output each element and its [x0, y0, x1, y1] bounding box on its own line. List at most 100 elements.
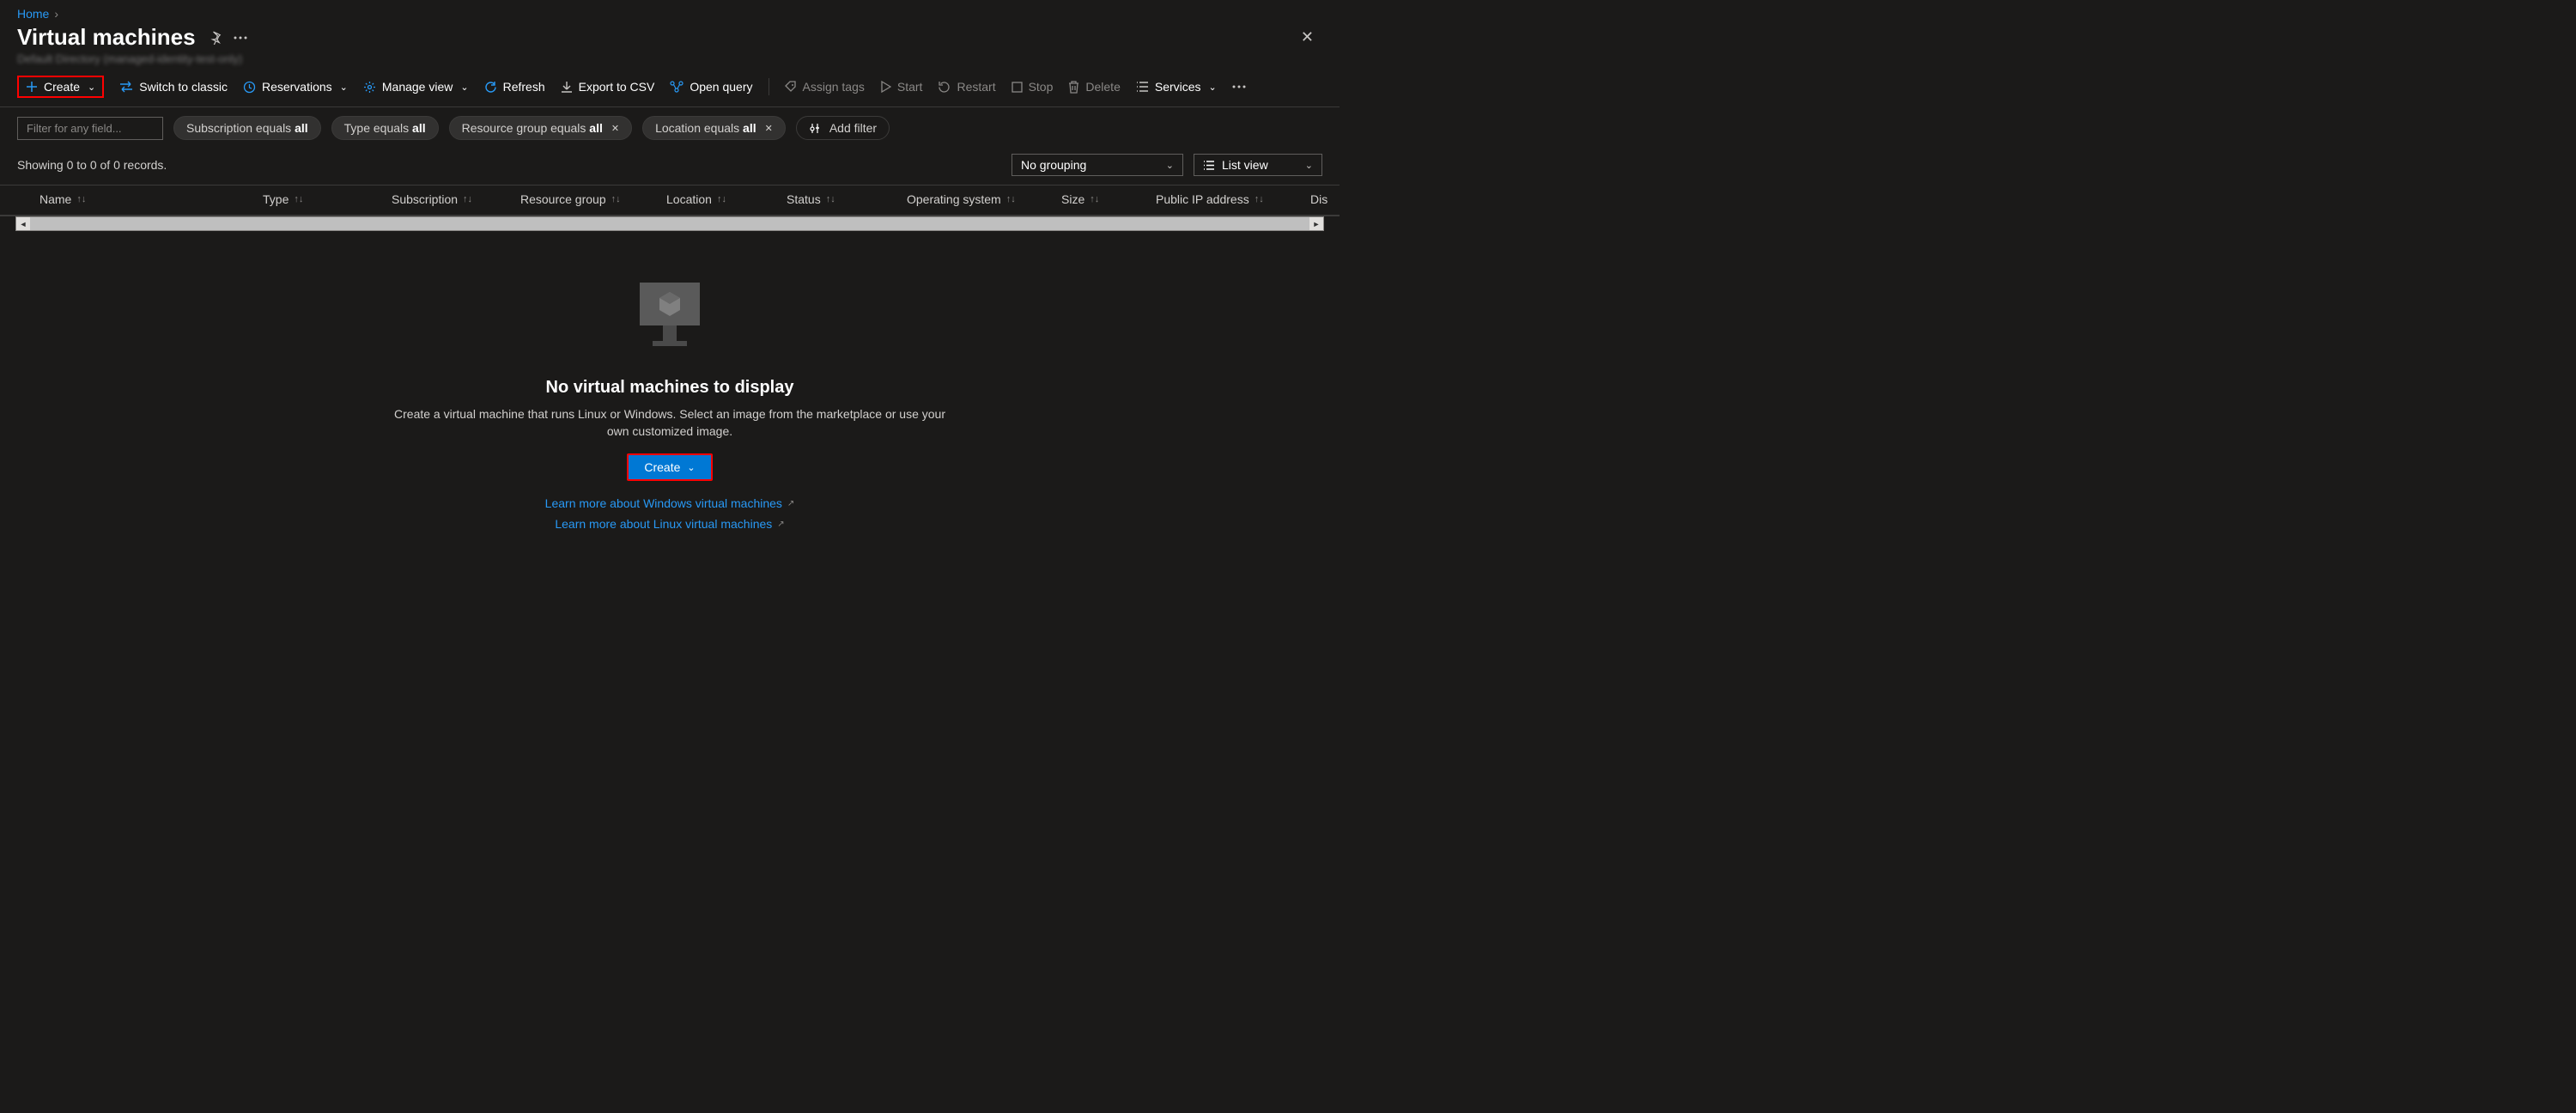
empty-description: Create a virtual machine that runs Linux…	[386, 406, 953, 440]
chevron-right-icon: ›	[54, 7, 58, 21]
filter-pill-location[interactable]: Location equals all ✕	[642, 116, 786, 140]
switch-classic-button[interactable]: Switch to classic	[119, 80, 228, 94]
restart-label: Restart	[957, 80, 995, 94]
chevron-down-icon: ⌄	[1166, 160, 1174, 171]
switch-classic-label: Switch to classic	[139, 80, 228, 94]
pill-value: all	[295, 121, 308, 135]
download-icon	[561, 81, 573, 94]
tag-icon	[785, 81, 797, 93]
services-label: Services	[1155, 80, 1201, 94]
scroll-right-arrow[interactable]: ►	[1309, 217, 1323, 230]
stop-label: Stop	[1029, 80, 1054, 94]
filter-input[interactable]	[17, 117, 163, 140]
assign-tags-label: Assign tags	[803, 80, 865, 94]
chevron-down-icon: ⌄	[1305, 160, 1313, 171]
column-os[interactable]: Operating system↑↓	[907, 192, 1027, 206]
export-csv-label: Export to CSV	[579, 80, 655, 94]
grouping-dropdown[interactable]: No grouping ⌄	[1012, 154, 1183, 176]
open-query-button[interactable]: Open query	[670, 80, 752, 94]
sort-icon: ↑↓	[826, 194, 835, 204]
filter-pill-type[interactable]: Type equals all	[331, 116, 439, 140]
refresh-icon	[484, 81, 497, 94]
gear-icon	[363, 81, 376, 94]
trash-icon	[1068, 81, 1079, 94]
stop-button[interactable]: Stop	[1012, 80, 1054, 94]
start-button[interactable]: Start	[880, 80, 923, 94]
list-icon	[1136, 82, 1149, 92]
clock-icon	[243, 81, 256, 94]
pill-label: Resource group equals	[462, 121, 590, 135]
page-header: Virtual machines ✕	[0, 21, 1340, 52]
filter-pill-subscription[interactable]: Subscription equals all	[173, 116, 321, 140]
view-dropdown[interactable]: List view ⌄	[1194, 154, 1322, 176]
column-public-ip[interactable]: Public IP address↑↓	[1156, 192, 1276, 206]
toolbar: Create ⌄ Switch to classic Reservations …	[0, 70, 1340, 107]
services-button[interactable]: Services ⌄	[1136, 80, 1217, 94]
list-icon	[1203, 161, 1215, 170]
filter-icon	[809, 123, 821, 134]
scroll-left-arrow[interactable]: ◄	[16, 217, 30, 230]
learn-linux-link[interactable]: Learn more about Linux virtual machines …	[555, 517, 784, 531]
pill-label: Type equals	[344, 121, 412, 135]
restart-button[interactable]: Restart	[938, 80, 995, 94]
chevron-down-icon: ⌄	[88, 82, 95, 93]
refresh-button[interactable]: Refresh	[484, 80, 545, 94]
column-subscription[interactable]: Subscription↑↓	[392, 192, 486, 206]
breadcrumb-home[interactable]: Home	[17, 7, 49, 21]
create-vm-button[interactable]: Create ⌄	[627, 453, 712, 481]
sort-icon: ↑↓	[717, 194, 726, 204]
refresh-label: Refresh	[503, 80, 545, 94]
column-resource-group[interactable]: Resource group↑↓	[520, 192, 632, 206]
records-row: Showing 0 to 0 of 0 records. No grouping…	[0, 149, 1340, 185]
view-label: List view	[1222, 158, 1268, 172]
create-label: Create	[44, 80, 80, 94]
external-link-icon: ↗	[777, 520, 784, 529]
delete-button[interactable]: Delete	[1068, 80, 1120, 94]
sort-icon: ↑↓	[1090, 194, 1099, 204]
horizontal-scrollbar[interactable]: ◄ ►	[15, 216, 1324, 231]
add-filter-button[interactable]: Add filter	[796, 116, 890, 140]
grouping-label: No grouping	[1021, 158, 1086, 172]
pill-value: all	[589, 121, 603, 135]
column-status[interactable]: Status↑↓	[787, 192, 872, 206]
swap-icon	[119, 81, 133, 93]
restart-icon	[938, 81, 951, 94]
delete-label: Delete	[1085, 80, 1120, 94]
assign-tags-button[interactable]: Assign tags	[785, 80, 865, 94]
table-header: Name↑↓ Type↑↓ Subscription↑↓ Resource gr…	[0, 185, 1340, 216]
page-title: Virtual machines	[17, 24, 196, 51]
pill-label: Subscription equals	[186, 121, 295, 135]
filter-pill-resource-group[interactable]: Resource group equals all ✕	[449, 116, 632, 140]
records-count: Showing 0 to 0 of 0 records.	[17, 158, 167, 172]
breadcrumb: Home ›	[0, 0, 1340, 21]
query-icon	[670, 81, 683, 93]
export-csv-button[interactable]: Export to CSV	[561, 80, 655, 94]
learn-windows-link[interactable]: Learn more about Windows virtual machine…	[545, 496, 795, 510]
pill-value: all	[412, 121, 426, 135]
more-icon[interactable]	[234, 36, 247, 40]
pin-icon[interactable]	[208, 31, 222, 45]
manage-view-label: Manage view	[382, 80, 453, 94]
empty-state: No virtual machines to display Create a …	[0, 231, 1340, 548]
add-filter-label: Add filter	[829, 121, 877, 135]
directory-subtitle: Default Directory (managed-identity-test…	[0, 52, 1340, 70]
create-button[interactable]: Create ⌄	[17, 76, 104, 98]
chevron-down-icon: ⌄	[340, 82, 348, 93]
chevron-down-icon: ⌄	[687, 462, 695, 473]
column-type[interactable]: Type↑↓	[263, 192, 357, 206]
plus-icon	[26, 81, 38, 93]
sort-icon: ↑↓	[76, 194, 86, 204]
column-disks[interactable]: Dis	[1310, 192, 1327, 206]
manage-view-button[interactable]: Manage view ⌄	[363, 80, 469, 94]
more-icon[interactable]	[1232, 85, 1246, 88]
close-icon[interactable]: ✕	[765, 123, 773, 134]
reservations-button[interactable]: Reservations ⌄	[243, 80, 348, 94]
close-icon[interactable]: ✕	[611, 123, 619, 134]
sort-icon: ↑↓	[1006, 194, 1016, 204]
column-location[interactable]: Location↑↓	[666, 192, 752, 206]
sort-icon: ↑↓	[1255, 194, 1264, 204]
column-size[interactable]: Size↑↓	[1061, 192, 1121, 206]
column-name[interactable]: Name↑↓	[39, 192, 228, 206]
chevron-down-icon: ⌄	[460, 82, 468, 93]
close-icon[interactable]: ✕	[1301, 28, 1322, 46]
